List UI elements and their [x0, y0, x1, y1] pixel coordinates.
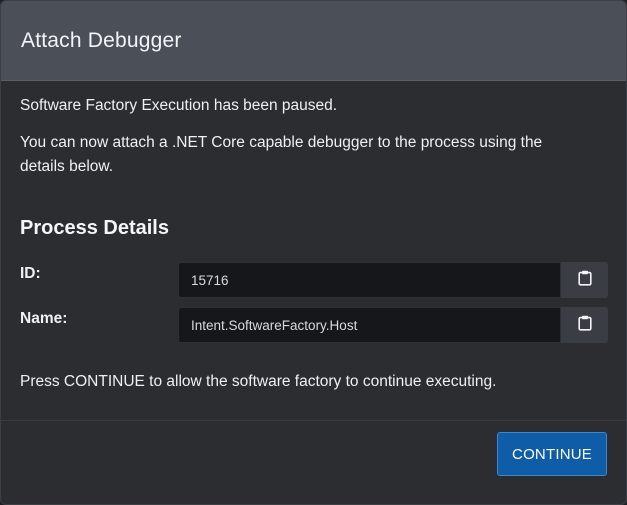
clipboard-icon — [577, 270, 592, 291]
clipboard-icon — [577, 315, 592, 336]
dialog-body: Software Factory Execution has been paus… — [1, 81, 626, 421]
instructions-message: You can now attach a .NET Core capable d… — [20, 134, 543, 175]
id-field-group: 15716 — [178, 262, 608, 298]
continue-button[interactable]: CONTINUE — [497, 432, 607, 476]
process-details-heading: Process Details — [20, 217, 169, 239]
copy-id-button[interactable] — [561, 262, 608, 298]
dialog-header: Attach Debugger — [1, 1, 626, 81]
copy-name-button[interactable] — [561, 307, 608, 343]
continue-hint: Press CONTINUE to allow the software fac… — [20, 373, 497, 390]
paused-message: Software Factory Execution has been paus… — [20, 97, 338, 114]
dialog-footer: CONTINUE — [1, 420, 626, 504]
name-field[interactable]: Intent.SoftwareFactory.Host — [178, 307, 561, 343]
id-label: ID: — [20, 265, 41, 282]
name-label: Name: — [20, 310, 68, 327]
name-field-group: Intent.SoftwareFactory.Host — [178, 307, 608, 343]
id-field[interactable]: 15716 — [178, 262, 561, 298]
attach-debugger-dialog: Attach Debugger Software Factory Executi… — [0, 0, 627, 505]
dialog-title: Attach Debugger — [21, 28, 182, 52]
